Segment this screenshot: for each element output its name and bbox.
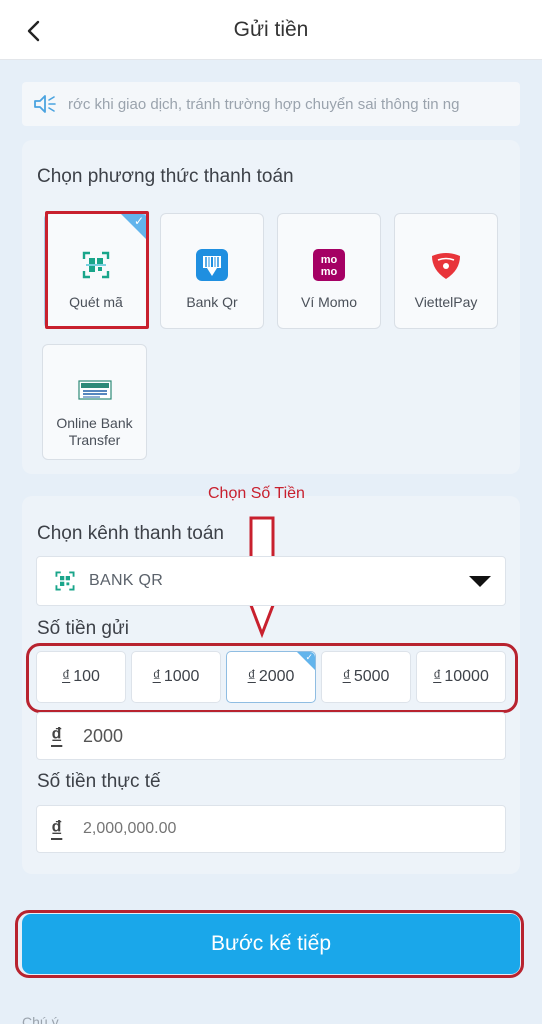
bank-transfer-icon	[77, 373, 112, 407]
check-icon: ✓	[305, 652, 313, 662]
check-icon: ✓	[133, 214, 144, 228]
method-label: Ví Momo	[300, 294, 357, 310]
method-bank-qr[interactable]: Bank Qr	[160, 213, 264, 329]
payment-method-label: Chọn phương thức thanh toán	[37, 166, 294, 187]
viettelpay-icon	[429, 248, 463, 282]
method-label: Bank Qr	[186, 294, 238, 310]
amount-option-1000[interactable]: ₫ 1000	[131, 651, 221, 703]
selected-channel: BANK QR	[89, 572, 164, 589]
qr-scan-icon	[55, 571, 75, 591]
actual-amount-input[interactable]	[83, 820, 505, 838]
caret-down-icon	[469, 576, 491, 587]
momo-icon: mo mo	[312, 248, 346, 282]
amount-option-10000[interactable]: ₫ 10000	[416, 651, 506, 703]
amount-option-5000[interactable]: ₫ 5000	[321, 651, 411, 703]
back-button[interactable]	[18, 16, 48, 46]
annotation-label: Chọn Số Tiền	[208, 485, 305, 502]
method-label: Quét mã	[69, 294, 123, 310]
method-scan-qr[interactable]: ✓ Quét mã	[44, 213, 148, 329]
page-title: Gửi tiền	[233, 17, 309, 41]
actual-amount-box[interactable]: ₫	[36, 805, 506, 853]
chevron-left-icon	[27, 20, 40, 42]
next-step-button[interactable]: Bước kế tiếp	[22, 914, 520, 974]
amount-option-2000[interactable]: ✓ ₫ 2000	[226, 651, 316, 703]
amount-option-100[interactable]: ₫ 100	[36, 651, 126, 703]
svg-text:mo: mo	[321, 254, 338, 266]
bank-qr-icon	[195, 248, 229, 282]
notice-marquee: rớc khi giao dịch, tránh trường hợp chuy…	[22, 82, 520, 126]
method-label: ViettelPay	[414, 294, 478, 310]
svg-text:mo: mo	[321, 266, 338, 278]
amount-input-box[interactable]: ₫	[36, 712, 506, 760]
notice-text: rớc khi giao dịch, tránh trường hợp chuy…	[68, 95, 460, 113]
payment-channel-select[interactable]: BANK QR	[36, 556, 506, 606]
amount-input[interactable]	[83, 725, 505, 747]
channel-label: Chọn kênh thanh toán	[37, 523, 224, 544]
header-bar: Gửi tiền	[0, 0, 542, 60]
method-label: Online Bank Transfer	[56, 415, 133, 448]
method-viettelpay[interactable]: ViettelPay	[394, 213, 498, 329]
speaker-icon	[22, 82, 68, 126]
qr-scan-icon	[79, 248, 113, 282]
method-online-bank-transfer[interactable]: Online Bank Transfer	[42, 344, 147, 460]
amount-label: Số tiền gửi	[37, 618, 129, 639]
actual-amount-label: Số tiền thực tế	[37, 771, 161, 792]
note-label: Chú ý	[22, 1014, 59, 1024]
method-momo[interactable]: mo mo Ví Momo	[277, 213, 381, 329]
